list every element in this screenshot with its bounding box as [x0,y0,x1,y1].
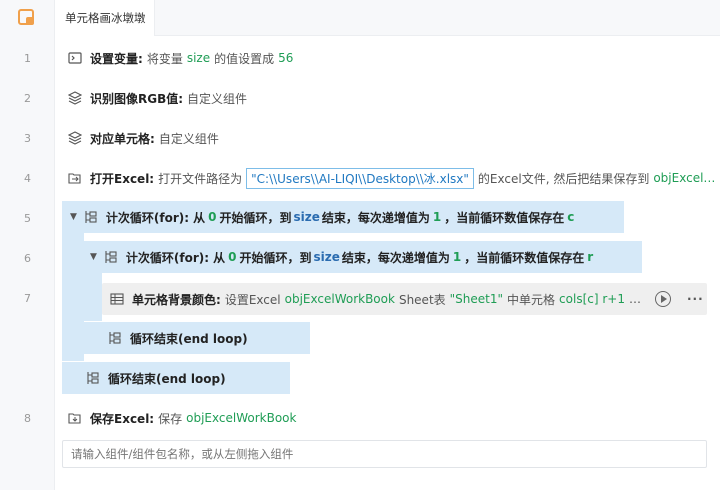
line-number: 4 [24,172,31,185]
ellipsis-text: … [628,292,641,306]
step-loop-outer[interactable]: ▼ 计次循环(for): 从 0 开始循环，到 size 结束，每次递增值为 1… [70,202,577,232]
step-loop-outer-end[interactable]: 循环结束(end loop) [86,363,230,393]
step-loop-inner-end[interactable]: 循环结束(end loop) [108,323,252,353]
step-text: 开始循环，到 [239,250,312,265]
folder-open-icon [68,171,82,185]
app-logo-icon [18,9,34,25]
table-icon [110,292,124,306]
step-text: 从 [213,250,226,265]
run-step-icon[interactable] [654,291,671,307]
step-text: 将变量 [146,51,183,66]
step-rgb[interactable]: 识别图像RGB值: 自定义组件 [68,83,247,113]
step-text: Sheet表 [398,292,446,307]
line-number: 5 [24,212,31,225]
step-text: ，当前循环数值保存在 [464,250,585,265]
loop-variable: r [587,250,594,264]
step-text: 结束，每次递增值为 [341,250,450,265]
loop-step-value: 1 [432,210,442,224]
layers-icon [68,91,82,105]
step-text: 中单元格 [507,292,556,307]
step-title: 计次循环(for): [105,210,190,225]
step-text: 开始循环，到 [219,210,292,225]
step-text: 打开文件路径为 [158,171,243,186]
component-search-input[interactable] [62,440,707,468]
step-title: 对应单元格: [90,131,155,146]
step-title: 保存Excel: [90,411,155,426]
step-title: 循环结束(end loop) [108,371,226,386]
variable-value: 56 [278,51,294,65]
loop-end-icon [86,371,100,385]
step-title: 设置变量: [90,51,143,66]
loop-inner-body-bar [84,273,102,321]
loop-end-icon [108,331,122,345]
step-set-variable[interactable]: 设置变量: 将变量 size 的值设置成 56 [68,43,297,73]
loop-icon [104,250,118,264]
line-number: 2 [24,92,31,105]
step-cell-background-color[interactable]: 单元格背景颜色: 设置Excel objExcelWorkBook Sheet表… [110,284,704,314]
line-number: 3 [24,132,31,145]
line-number: 1 [24,52,31,65]
collapse-caret-icon[interactable]: ▼ [70,212,77,222]
step-save-excel[interactable]: 保存Excel: 保存 objExcelWorkBook [68,403,300,433]
step-text: 自定义组件 [187,91,248,106]
file-path-value: "C:\\Users\\AI-LIQI\\Desktop\\冰.xlsx" [246,167,474,189]
step-text: ，当前循环数值保存在 [444,210,565,225]
step-text: 的值设置成 [214,51,275,66]
collapse-caret-icon[interactable]: ▼ [90,252,97,262]
cell-reference-value: cols[c] r+1 [559,292,625,306]
line-number: 6 [24,252,31,265]
workbook-variable: objExcelWorkBook [284,292,395,306]
loop-step-value: 1 [452,250,462,264]
step-title: 识别图像RGB值: [90,91,184,106]
loop-start-value: 0 [208,210,217,224]
step-title: 循环结束(end loop) [130,331,248,346]
loop-icon [84,210,98,224]
line-number: 7 [24,292,31,305]
step-text: 从 [193,210,206,225]
layers-icon [68,131,82,145]
more-options-icon[interactable]: ··· [687,292,704,306]
step-open-excel[interactable]: 打开Excel: 打开文件路径为 "C:\\Users\\AI-LIQI\\De… [68,163,719,193]
loop-end-value: size [313,250,340,264]
step-title: 单元格背景颜色: [132,292,221,307]
step-title: 计次循环(for): [125,250,210,265]
step-text: 自定义组件 [158,131,219,146]
loop-end-value: size [293,210,320,224]
variable-name: size [186,51,211,65]
step-loop-inner[interactable]: ▼ 计次循环(for): 从 0 开始循环，到 size 结束，每次递增值为 1… [90,242,596,272]
step-cell[interactable]: 对应单元格: 自定义组件 [68,123,219,153]
line-number: 8 [24,412,31,425]
step-title: 打开Excel: [90,171,155,186]
tab-flow[interactable]: 单元格画冰墩墩 [55,0,155,36]
workbook-variable: objExcelWorkBook [186,411,297,425]
step-text: 设置Excel [224,292,281,307]
loop-variable: c [567,210,575,224]
loop-start-value: 0 [228,250,237,264]
folder-save-icon [68,411,82,425]
terminal-icon [68,51,82,65]
step-text: 结束，每次递增值为 [321,210,430,225]
loop-outer-body-bar [62,233,84,361]
step-text: 保存 [158,411,183,426]
variable-name: objExcel… [653,171,716,185]
sheet-name-value: "Sheet1" [449,292,504,306]
step-text: 的Excel文件, 然后把结果保存到 [477,171,650,186]
tab-bar: 单元格画冰墩墩 [55,0,720,36]
